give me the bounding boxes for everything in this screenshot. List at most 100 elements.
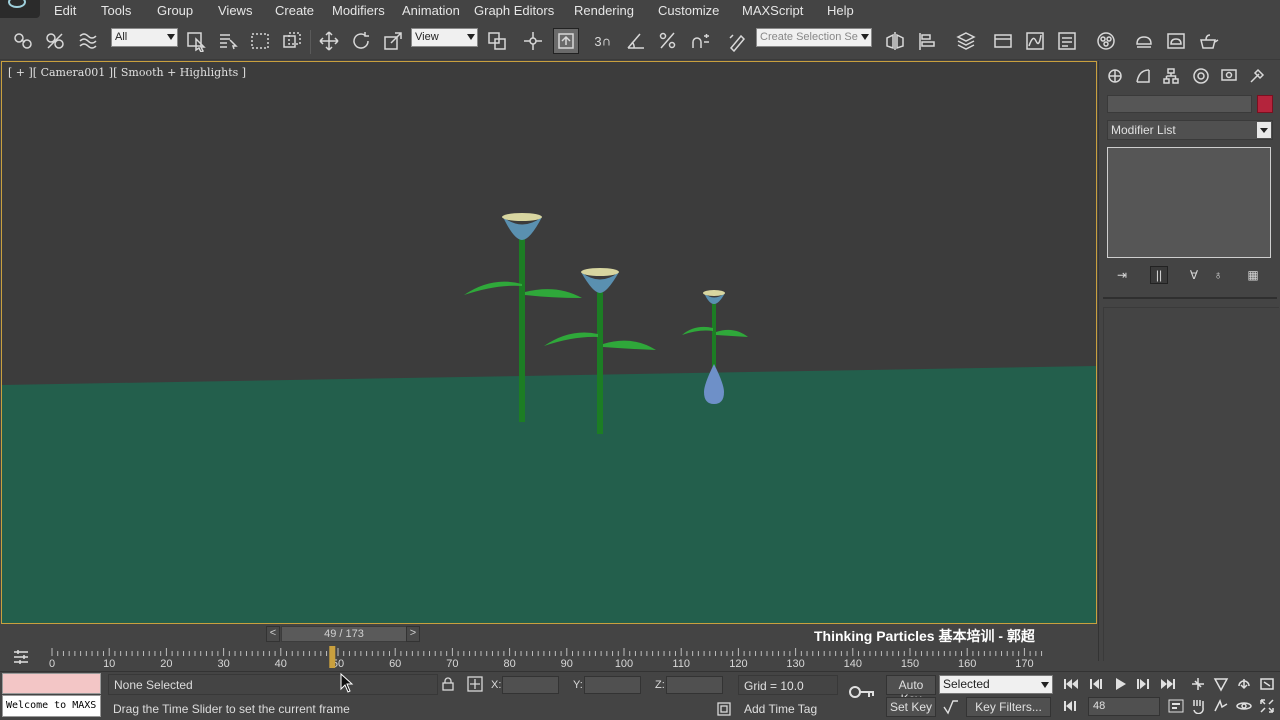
z-coord-field[interactable]	[666, 676, 723, 694]
rendered-frame-window-icon[interactable]	[1163, 28, 1189, 54]
current-frame-marker[interactable]	[329, 646, 336, 668]
zoom-icon[interactable]	[1188, 675, 1208, 693]
percent-snap-icon[interactable]	[655, 28, 681, 54]
time-configuration-icon[interactable]	[1166, 697, 1186, 715]
reference-coordinate-dropdown[interactable]: View	[411, 28, 478, 47]
set-keys-key-icon[interactable]	[848, 683, 876, 701]
make-unique-icon[interactable]: ∀	[1185, 266, 1203, 284]
angle-snap-icon[interactable]	[623, 28, 649, 54]
align-icon[interactable]	[914, 28, 940, 54]
x-coord-field[interactable]	[502, 676, 559, 694]
graphite-modeling-tools-icon[interactable]	[990, 28, 1016, 54]
set-key-button[interactable]: Set Key	[886, 697, 936, 717]
maxscript-output-field[interactable]: Welcome to MAXS	[2, 695, 101, 717]
key-mode-toggle-icon[interactable]	[1061, 697, 1081, 715]
spinner-snap-icon[interactable]	[687, 28, 713, 54]
menu-views[interactable]: Views	[218, 3, 252, 18]
curve-editor-icon[interactable]	[1022, 28, 1048, 54]
current-frame-field[interactable]: 48	[1088, 697, 1160, 716]
walk-through-icon[interactable]	[1211, 697, 1231, 715]
utilities-tab-icon[interactable]	[1245, 65, 1269, 87]
modifier-list-dropdown[interactable]: Modifier List	[1107, 120, 1273, 140]
select-and-link-icon[interactable]	[10, 28, 36, 54]
menu-create[interactable]: Create	[275, 3, 314, 18]
menu-graph-editors[interactable]: Graph Editors	[474, 3, 554, 18]
menu-modifiers[interactable]: Modifiers	[332, 3, 385, 18]
go-to-start-icon[interactable]	[1061, 675, 1081, 693]
use-pivot-center-icon[interactable]	[484, 28, 510, 54]
material-editor-icon[interactable]	[1093, 28, 1119, 54]
modifier-stack[interactable]	[1107, 147, 1271, 258]
select-and-move-icon[interactable]	[316, 28, 342, 54]
hierarchy-tab-icon[interactable]	[1159, 65, 1183, 87]
edit-named-selection-icon[interactable]	[725, 28, 751, 54]
camera-viewport[interactable]: [ + ][ Camera001 ][ Smooth + Highlights …	[1, 61, 1097, 624]
time-slider-next-button[interactable]: >	[406, 626, 420, 642]
create-tab-icon[interactable]	[1103, 65, 1127, 87]
maxscript-mini-listener[interactable]	[2, 673, 101, 694]
select-manipulate-icon[interactable]	[520, 28, 546, 54]
keyboard-shortcut-override-icon[interactable]	[553, 28, 579, 54]
modify-tab-icon[interactable]	[1131, 65, 1155, 87]
dolly-camera-icon[interactable]	[1234, 675, 1254, 693]
roll-camera-icon[interactable]	[1257, 675, 1277, 693]
remove-modifier-icon[interactable]: ♁	[1209, 266, 1227, 284]
menu-help[interactable]: Help	[827, 3, 854, 18]
menu-group[interactable]: Group	[157, 3, 193, 18]
display-tab-icon[interactable]	[1217, 65, 1241, 87]
time-tag-icon[interactable]	[716, 701, 732, 717]
tutorial-caption: Thinking Particles 基本培训 - 郭超	[814, 628, 1035, 644]
named-selection-dropdown[interactable]: Create Selection Se	[756, 28, 872, 47]
select-object-icon[interactable]	[183, 28, 209, 54]
menu-rendering[interactable]: Rendering	[574, 3, 634, 18]
object-color-swatch[interactable]	[1257, 95, 1273, 113]
menu-customize[interactable]: Customize	[658, 3, 719, 18]
selection-lock-icon[interactable]	[441, 677, 455, 691]
render-setup-icon[interactable]	[1131, 28, 1157, 54]
default-in-out-tangents-icon[interactable]	[942, 699, 960, 715]
unlink-selection-icon[interactable]	[42, 28, 68, 54]
auto-key-button[interactable]: Auto Key	[886, 675, 936, 706]
menu-maxscript[interactable]: MAXScript	[742, 3, 803, 18]
object-name-field[interactable]	[1107, 95, 1252, 113]
next-frame-icon[interactable]	[1132, 675, 1152, 693]
schematic-view-icon[interactable]	[1054, 28, 1080, 54]
menu-tools[interactable]: Tools	[101, 3, 131, 18]
maximize-viewport-icon[interactable]	[1257, 697, 1277, 715]
rectangular-selection-icon[interactable]	[247, 28, 273, 54]
motion-tab-icon[interactable]	[1189, 65, 1213, 87]
y-coord-field[interactable]	[584, 676, 641, 694]
orbit-camera-icon[interactable]	[1234, 697, 1254, 715]
select-by-name-icon[interactable]	[215, 28, 241, 54]
pin-stack-icon[interactable]: ⇥	[1113, 266, 1131, 284]
menu-animation[interactable]: Animation	[402, 3, 460, 18]
trackbar-tick-label: 140	[844, 658, 862, 670]
render-production-icon[interactable]	[1195, 28, 1221, 54]
show-end-result-icon[interactable]: ||	[1150, 266, 1168, 284]
bind-to-space-warp-icon[interactable]	[75, 28, 101, 54]
layer-manager-icon[interactable]	[953, 28, 979, 54]
play-animation-icon[interactable]	[1110, 675, 1130, 693]
add-time-tag-button[interactable]: Add Time Tag	[740, 699, 821, 719]
truck-camera-icon[interactable]	[1188, 697, 1208, 715]
key-filters-button[interactable]: Key Filters...	[966, 697, 1051, 717]
key-mode-dropdown[interactable]: Selected	[939, 675, 1053, 694]
open-mini-curve-editor-icon[interactable]	[12, 649, 30, 665]
select-and-rotate-icon[interactable]	[348, 28, 374, 54]
snaps-toggle-icon[interactable]: 3	[592, 28, 618, 54]
field-of-view-icon[interactable]	[1211, 675, 1231, 693]
go-to-end-icon[interactable]	[1158, 675, 1178, 693]
select-and-scale-icon[interactable]	[380, 28, 406, 54]
window-crossing-icon[interactable]	[279, 28, 305, 54]
trackbar-ruler[interactable]: 0 10 20 30 40 50 60 70 80 90 100 110 120 130 140 150 160…	[45, 645, 1048, 670]
selection-filter-dropdown[interactable]: All	[111, 28, 178, 47]
menu-edit[interactable]: Edit	[54, 3, 76, 18]
app-logo-button[interactable]	[0, 0, 40, 18]
absolute-mode-transform-icon[interactable]	[467, 676, 483, 692]
mirror-icon[interactable]	[882, 28, 908, 54]
previous-frame-icon[interactable]	[1087, 675, 1107, 693]
viewport-label[interactable]: [ + ][ Camera001 ][ Smooth + Highlights …	[8, 66, 246, 79]
time-slider-prev-button[interactable]: <	[266, 626, 280, 642]
configure-modifier-sets-icon[interactable]: ▦	[1244, 266, 1262, 284]
time-slider[interactable]: 49 / 173	[281, 626, 407, 642]
